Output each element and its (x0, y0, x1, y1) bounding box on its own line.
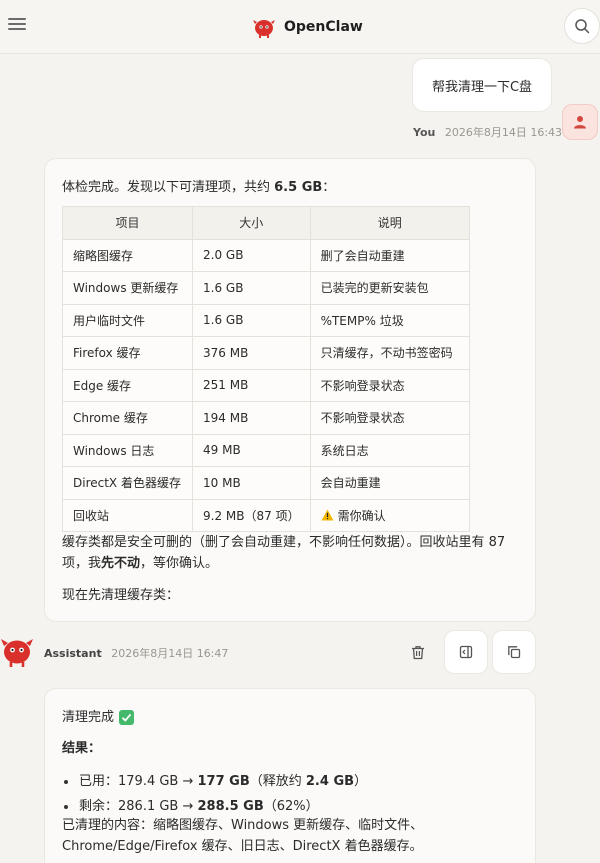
table-cell: %TEMP% 垃圾 (309, 303, 471, 337)
cleanup-note-suffix: ，等你确认。 (140, 556, 219, 571)
copy-message-button[interactable] (492, 630, 536, 674)
table-header-row: 项目 大小 说明 (62, 206, 471, 240)
assistant-author: Assistant (44, 647, 102, 660)
table-cell: 回收站 (62, 498, 193, 532)
table-cell: 49 MB (192, 433, 311, 467)
side-panel-icon (459, 645, 473, 659)
table-row: Firefox 缓存 376 MB 只清缓存，不动书签密码 (62, 336, 471, 370)
search-button[interactable] (564, 8, 600, 44)
user-message-bubble: 帮我清理一下C盘 (412, 58, 552, 112)
user-timestamp: 2026年8月14日 16:43 (444, 126, 563, 139)
openclaw-logo-icon (253, 20, 275, 38)
table-row: Windows 日志 49 MB 系统日志 (62, 433, 471, 467)
cleanup-items-table: 项目 大小 说明 缩略图缓存 2.0 GB 删了会自动重建 Windows 更新… (62, 206, 471, 532)
table-row: Chrome 缓存 194 MB 不影响登录状态 (62, 401, 471, 435)
table-cell: 1.6 GB (192, 271, 311, 305)
used-suffix: ） (354, 774, 368, 789)
table-cell: 系统日志 (309, 433, 471, 467)
cleanup-note: 缓存类都是安全可删的（删了会自动重建，不影响任何数据）。回收站里有 87 项，我… (62, 532, 522, 574)
warning-icon (321, 509, 334, 521)
check-icon (119, 710, 135, 725)
free-suffix: （62%） (263, 799, 319, 814)
used-mid: （释放约 (249, 774, 306, 789)
result-label: 结果： (62, 741, 102, 756)
table-row: 缩略图缓存 2.0 GB 删了会自动重建 (62, 238, 471, 272)
table-cell: Windows 日志 (62, 433, 193, 467)
table-cell: 1.6 GB (192, 303, 311, 337)
table-cell: 删了会自动重建 (309, 238, 471, 272)
user-icon (574, 116, 586, 129)
assistant-message-card: 体检完成。发现以下可清理项，共约 6.5 GB： 项目 大小 说明 缩略图缓存 … (44, 158, 536, 622)
list-item-used: 已用：179.4 GB → 177 GB（释放约 2.4 GB） (62, 769, 367, 794)
user-avatar (562, 104, 598, 140)
delete-message-button[interactable] (396, 630, 440, 674)
scan-summary-suffix: ： (322, 180, 336, 195)
table-cell: 376 MB (192, 336, 311, 370)
result-title: 清理完成 (62, 707, 135, 728)
table-row: Edge 缓存 251 MB 不影响登录状态 (62, 368, 471, 402)
table-cell: Edge 缓存 (62, 368, 193, 402)
cleanup-note-bold: 先不动 (101, 556, 141, 571)
table-cell: 不影响登录状态 (309, 401, 471, 435)
table-cell: 用户临时文件 (62, 303, 193, 337)
user-message-text: 帮我清理一下C盘 (431, 79, 533, 95)
table-header-item: 项目 (62, 206, 193, 240)
user-message-meta: You 2026年8月14日 16:43 (413, 124, 562, 140)
table-row: DirectX 着色器缓存 10 MB 会自动重建 (62, 466, 471, 500)
table-cell: DirectX 着色器缓存 (62, 466, 193, 500)
table-cell: 194 MB (192, 401, 311, 435)
used-value: 177 GB (197, 774, 250, 789)
assistant-result-card: 清理完成 结果： 已用：179.4 GB → 177 GB（释放约 2.4 GB… (44, 688, 536, 863)
free-prefix: 剩余：286.1 GB → (79, 799, 198, 814)
app-title: OpenClaw (284, 19, 363, 35)
top-bar: OpenClaw (0, 0, 600, 54)
result-list: 已用：179.4 GB → 177 GB（释放约 2.4 GB） 剩余：286.… (62, 769, 367, 819)
table-row: 回收站 9.2 MB（87 项） 需你确认 (62, 498, 471, 532)
hamburger-icon (8, 18, 26, 30)
table-cell: 2.0 GB (192, 238, 311, 272)
scan-summary: 体检完成。发现以下可清理项，共约 6.5 GB： (62, 177, 335, 198)
scan-summary-total: 6.5 GB (274, 180, 323, 195)
table-cell: 251 MB (192, 368, 311, 402)
assistant-avatar (1, 639, 33, 667)
side-panel-button[interactable] (444, 630, 488, 674)
table-cell: 9.2 MB（87 项） (192, 498, 311, 532)
free-value: 288.5 GB (197, 799, 264, 814)
trash-icon (412, 645, 424, 659)
used-prefix: 已用：179.4 GB → (79, 774, 198, 789)
freed-value: 2.4 GB (305, 774, 355, 789)
table-cell: 不影响登录状态 (309, 368, 471, 402)
table-header-description: 说明 (309, 206, 471, 240)
table-cell: Firefox 缓存 (62, 336, 193, 370)
assistant-meta: Assistant 2026年8月14日 16:47 (44, 645, 228, 661)
table-cell: 已装完的更新安装包 (309, 271, 471, 305)
cleanup-next-step: 现在先清理缓存类： (62, 588, 180, 603)
menu-button[interactable] (8, 15, 26, 35)
copy-icon (508, 646, 521, 659)
table-cell: 只清缓存，不动书签密码 (309, 336, 471, 370)
brand: OpenClaw (252, 14, 363, 40)
table-header-size: 大小 (192, 206, 311, 240)
warning-text: 需你确认 (337, 508, 386, 523)
table-cell: Windows 更新缓存 (62, 271, 193, 305)
search-icon (575, 19, 590, 34)
user-author: You (413, 126, 436, 139)
assistant-timestamp: 2026年8月14日 16:47 (111, 647, 229, 660)
table-row: 用户临时文件 1.6 GB %TEMP% 垃圾 (62, 303, 471, 337)
cleared-items: 已清理的内容：缩略图缓存、Windows 更新缓存、临时文件、Chrome/Ed… (62, 818, 424, 854)
table-cell: Chrome 缓存 (62, 401, 193, 435)
table-row: Windows 更新缓存 1.6 GB 已装完的更新安装包 (62, 271, 471, 305)
table-cell: 10 MB (192, 466, 311, 500)
scan-summary-prefix: 体检完成。发现以下可清理项，共约 (62, 180, 275, 195)
result-title-text: 清理完成 (62, 710, 115, 725)
table-cell: 会自动重建 (309, 466, 471, 500)
table-cell: 缩略图缓存 (62, 238, 193, 272)
table-cell-warning: 需你确认 (309, 498, 471, 532)
